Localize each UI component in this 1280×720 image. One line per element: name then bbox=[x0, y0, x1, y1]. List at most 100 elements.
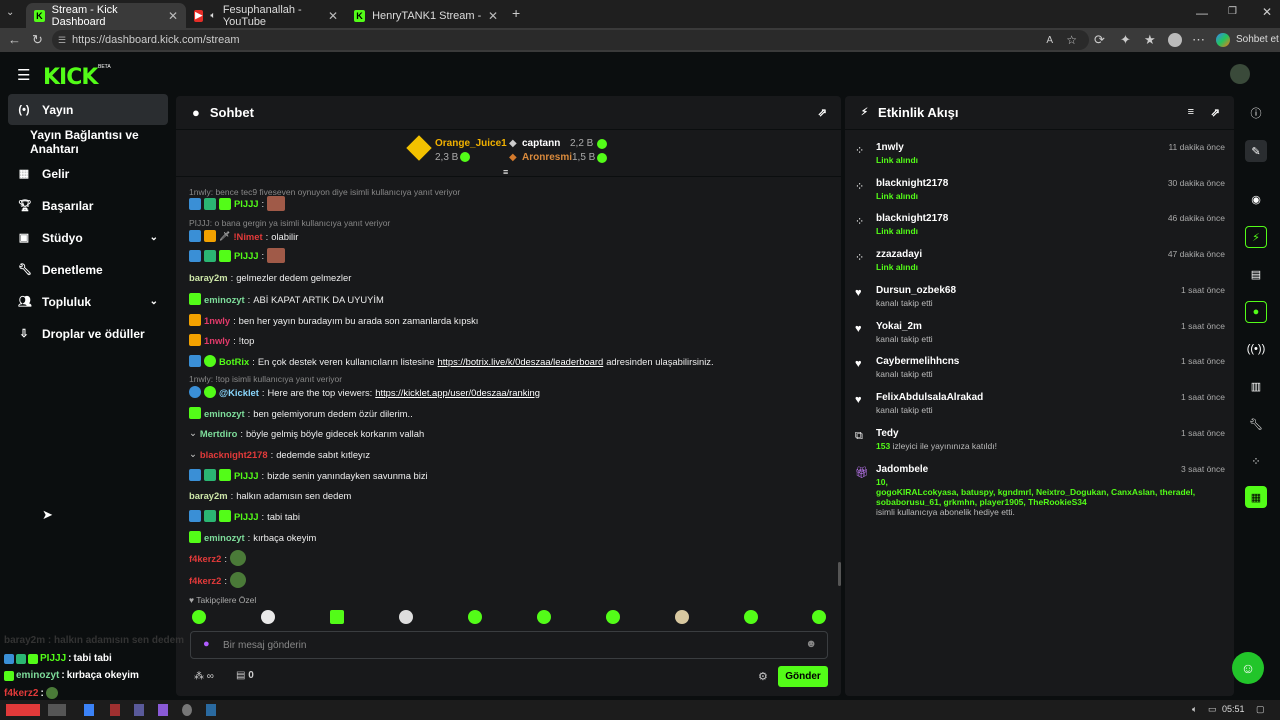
chat-username[interactable]: !Nimet bbox=[233, 231, 262, 242]
speaker-icon[interactable]: 🔈︎ bbox=[210, 10, 215, 21]
profile-avatar[interactable] bbox=[1168, 33, 1182, 47]
chat-username[interactable]: Mertdiro bbox=[200, 428, 238, 439]
chat-username[interactable]: baray2m bbox=[189, 490, 228, 501]
wrench-icon[interactable]: 🔧︎ bbox=[1245, 413, 1267, 435]
chat-input[interactable]: ● Bir mesaj gönderin ☻ bbox=[190, 631, 828, 659]
reload-icon[interactable]: ↻ bbox=[32, 32, 43, 48]
sidebar-item-stream-key[interactable]: Yayın Bağlantısı ve Anahtarı bbox=[8, 126, 168, 157]
popout-icon[interactable]: ⇗ bbox=[818, 106, 827, 119]
clock[interactable]: 05:51 bbox=[1222, 704, 1245, 714]
emote-icon[interactable] bbox=[192, 610, 206, 624]
chat-scrollbar[interactable] bbox=[838, 562, 841, 586]
taskbar-app-icon[interactable] bbox=[158, 704, 168, 716]
read-aloud-icon[interactable]: A bbox=[1046, 35, 1053, 46]
site-info-icon[interactable]: ☰ bbox=[58, 35, 66, 46]
tab-close-icon[interactable]: ✕ bbox=[168, 9, 178, 23]
feed-username[interactable]: Jadombele bbox=[876, 464, 928, 475]
taskbar-app-icon[interactable] bbox=[6, 704, 40, 716]
close-window-button[interactable]: ✕ bbox=[1262, 5, 1272, 19]
chat-username[interactable]: f4kerz2 bbox=[189, 575, 221, 586]
copilot-label[interactable]: Sohbet et bbox=[1236, 34, 1279, 45]
emote-icon[interactable] bbox=[399, 610, 413, 624]
filter-icon[interactable]: ≡ bbox=[1188, 106, 1194, 118]
support-chat-icon[interactable]: ☺ bbox=[1232, 652, 1264, 684]
chat-username[interactable]: eminozyt bbox=[204, 294, 245, 305]
feed-username[interactable]: Tedy bbox=[876, 428, 899, 439]
taskbar-app-icon[interactable] bbox=[182, 704, 192, 716]
info-icon[interactable]: ⓘ bbox=[1245, 102, 1267, 124]
edit-icon[interactable]: ✎ bbox=[1245, 140, 1267, 162]
feed-username[interactable]: Dursun_ozbek68 bbox=[876, 285, 956, 296]
chat-username[interactable]: 1nwly bbox=[204, 335, 230, 346]
favorites-icon[interactable]: ★ bbox=[1144, 32, 1156, 48]
clapper-icon[interactable]: ▦ bbox=[1245, 486, 1267, 508]
feed-username[interactable]: Yokai_2m bbox=[876, 321, 922, 332]
sidebar-item-studyo[interactable]: ▣ Stüdyo ⌄ bbox=[8, 222, 168, 253]
chat-username[interactable]: PIJJJ bbox=[234, 198, 259, 209]
sidebar-item-topluluk[interactable]: 👥︎ Topluluk ⌄ bbox=[8, 286, 168, 317]
points-display[interactable]: ▤ 0 bbox=[236, 670, 254, 681]
hamburger-menu-icon[interactable]: ☰ bbox=[17, 66, 30, 84]
chat-username[interactable]: f4kerz2 bbox=[189, 553, 221, 564]
kick-logo[interactable]: KICK bbox=[43, 65, 98, 90]
emote-icon[interactable] bbox=[675, 610, 689, 624]
back-icon[interactable]: ← bbox=[8, 32, 21, 47]
leader-name[interactable]: Orange_Juice1 bbox=[435, 138, 507, 149]
chat-username[interactable]: blacknight2178 bbox=[200, 449, 268, 460]
feed-username[interactable]: 1nwly bbox=[876, 142, 904, 153]
emoji-picker-icon[interactable]: ☻ bbox=[805, 638, 817, 650]
taskbar-app-icon[interactable] bbox=[134, 704, 144, 716]
emote-icon[interactable] bbox=[330, 610, 344, 624]
chat-link[interactable]: https://botrix.live/k/0deszaa/leaderboar… bbox=[437, 356, 603, 367]
broadcast-signal-icon[interactable]: ((•)) bbox=[1245, 338, 1267, 360]
emote-icon[interactable] bbox=[812, 610, 826, 624]
chat-username[interactable]: BotRix bbox=[219, 356, 249, 367]
emote-icon[interactable] bbox=[537, 610, 551, 624]
url-bar[interactable]: ☰ https://dashboard.kick.com/stream A ☆ bbox=[52, 30, 1089, 50]
layout-icon[interactable]: ▥ bbox=[1245, 375, 1267, 397]
sidebar-item-denetleme[interactable]: 🔧︎ Denetleme bbox=[8, 254, 168, 285]
feed-username[interactable]: FelixAbdulsalaAlrakad bbox=[876, 392, 983, 403]
chat-username[interactable]: baray2m bbox=[189, 272, 228, 283]
chat-username[interactable]: PIJJJ bbox=[234, 511, 259, 522]
sidebar-item-droplar[interactable]: ⇩ Droplar ve ödüller bbox=[8, 318, 168, 349]
focus-icon[interactable]: ◉ bbox=[1245, 188, 1267, 210]
microphone-icon[interactable]: ● bbox=[203, 638, 210, 650]
feed-username[interactable]: Caybermelihhcns bbox=[876, 356, 959, 367]
tab-youtube[interactable]: ▶ 🔈︎ Fesuphanallah - YouTube ✕ bbox=[186, 3, 346, 28]
chat-link[interactable]: https://kicklet.app/user/0deszaa/ranking bbox=[375, 387, 540, 398]
chat-username[interactable]: PIJJJ bbox=[234, 470, 259, 481]
sidebar-item-gelir[interactable]: ▦ Gelir bbox=[8, 158, 168, 189]
expand-leaderboard-icon[interactable]: ≡ bbox=[503, 167, 508, 177]
chat-mode-icon[interactable]: ⁂ ∞ bbox=[194, 671, 214, 682]
tab-close-icon[interactable]: ✕ bbox=[328, 9, 338, 23]
chat-username[interactable]: 1nwly bbox=[204, 315, 230, 326]
activity-lightning-icon[interactable]: ⚡︎ bbox=[1245, 226, 1267, 248]
sidebar-item-basarilar[interactable]: 🏆︎ Başarılar bbox=[8, 190, 168, 221]
extensions-puzzle-icon[interactable]: ✦ bbox=[1120, 32, 1131, 48]
tab-close-icon[interactable]: ✕ bbox=[488, 9, 498, 23]
chat-username[interactable]: eminozyt bbox=[204, 532, 245, 543]
emote-icon[interactable] bbox=[744, 610, 758, 624]
copilot-icon[interactable] bbox=[1216, 33, 1230, 47]
favorite-star-icon[interactable]: ☆ bbox=[1066, 33, 1077, 47]
chat-username[interactable]: eminozyt bbox=[204, 408, 245, 419]
taskbar-app-icon[interactable] bbox=[206, 704, 216, 716]
chat-username[interactable]: PIJJJ bbox=[234, 250, 259, 261]
leader-name[interactable]: captann bbox=[522, 138, 560, 149]
chat-username[interactable]: @Kicklet bbox=[219, 387, 259, 398]
taskbar-app-icon[interactable] bbox=[48, 704, 66, 716]
emote-icon[interactable] bbox=[606, 610, 620, 624]
feed-username[interactable]: blacknight2178 bbox=[876, 178, 948, 189]
chat-settings-icon[interactable]: ⚙ bbox=[758, 670, 768, 683]
tab-list-chevron-icon[interactable]: ⌄ bbox=[6, 7, 14, 18]
new-tab-button[interactable]: + bbox=[512, 5, 520, 21]
more-menu-icon[interactable]: ⋯ bbox=[1192, 32, 1205, 48]
notification-icon[interactable]: ▢ bbox=[1256, 704, 1265, 715]
user-avatar[interactable] bbox=[1230, 64, 1250, 84]
feed-item[interactable]: 🎁︎ Jadombele 3 saat önce 10, gogoKIRALco… bbox=[855, 464, 1225, 518]
minimize-button[interactable]: — bbox=[1196, 6, 1208, 20]
tab-henrytank[interactable]: K HenryTANK1 Stream - Watch Live ✕ bbox=[346, 3, 506, 28]
feed-username[interactable]: blacknight2178 bbox=[876, 213, 948, 224]
tab-kick-dashboard[interactable]: K Stream - Kick Dashboard ✕ bbox=[26, 3, 186, 28]
